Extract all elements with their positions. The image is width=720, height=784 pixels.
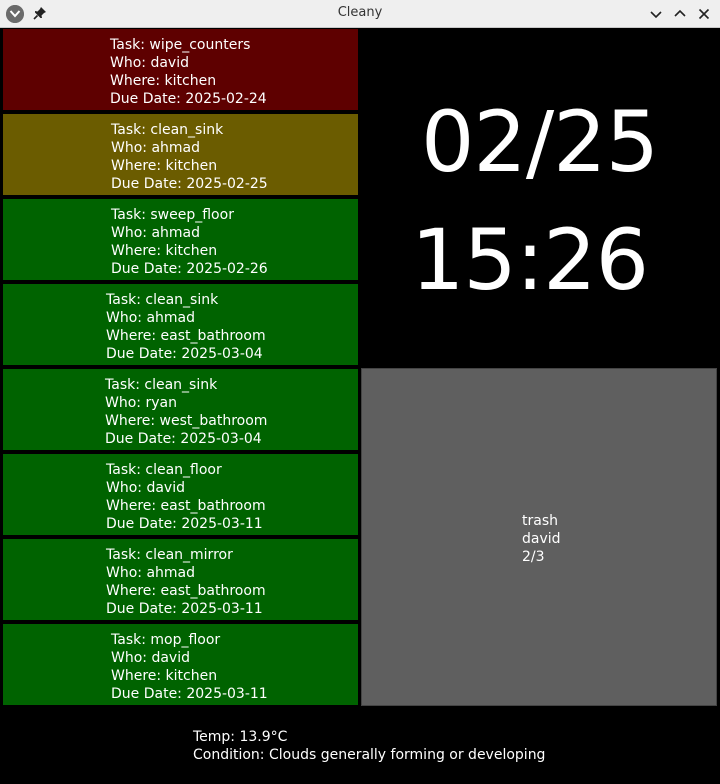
task-details: Task: mop_floor Who: david Where: kitche… <box>111 631 268 703</box>
task-location: Where: east_bathroom <box>106 498 266 514</box>
minimize-button[interactable] <box>648 6 664 22</box>
task-assignee: Who: ryan <box>105 395 177 411</box>
task-details: Task: clean_sink Who: ahmad Where: kitch… <box>111 121 268 193</box>
window-title: Cleany <box>337 5 383 20</box>
task-assignee: Who: david <box>106 480 185 496</box>
chore-details: trash david 2/3 <box>522 512 561 566</box>
chore-progress: 2/3 <box>522 549 545 565</box>
chore-person: david <box>522 531 561 547</box>
task-details: Task: clean_sink Who: ahmad Where: east_… <box>106 291 266 363</box>
maximize-button[interactable] <box>672 6 688 22</box>
task-name: Task: clean_sink <box>111 122 224 138</box>
task-assignee: Who: ahmad <box>111 225 201 241</box>
cleany-window: Cleany Task: wipe_counters Who: david Wh… <box>0 0 720 784</box>
task-assignee: Who: ahmad <box>106 565 196 581</box>
weather-temp: Temp: 13.9°C <box>193 729 288 745</box>
task-card[interactable]: Task: sweep_floor Who: ahmad Where: kitc… <box>2 198 359 281</box>
task-details: Task: clean_floor Who: david Where: east… <box>106 461 266 533</box>
task-card[interactable]: Task: clean_sink Who: ahmad Where: east_… <box>2 283 359 366</box>
task-assignee: Who: david <box>111 650 190 666</box>
task-due-date: Due Date: 2025-02-24 <box>110 91 267 107</box>
task-due-date: Due Date: 2025-03-11 <box>111 686 268 702</box>
task-location: Where: kitchen <box>111 668 218 684</box>
task-details: Task: clean_mirror Who: ahmad Where: eas… <box>106 546 266 618</box>
task-location: Where: east_bathroom <box>106 328 266 344</box>
task-name: Task: wipe_counters <box>110 37 251 53</box>
task-name: Task: clean_mirror <box>106 547 233 563</box>
task-assignee: Who: david <box>110 55 189 71</box>
task-location: Where: kitchen <box>110 73 217 89</box>
task-location: Where: kitchen <box>111 243 218 259</box>
clock-panel: 02/25 15:26 <box>361 28 718 366</box>
task-details: Task: wipe_counters Who: david Where: ki… <box>110 36 267 108</box>
task-card[interactable]: Task: clean_sink Who: ahmad Where: kitch… <box>2 113 359 196</box>
task-due-date: Due Date: 2025-02-26 <box>111 261 268 277</box>
task-due-date: Due Date: 2025-03-11 <box>106 601 263 617</box>
task-assignee: Who: ahmad <box>106 310 196 326</box>
task-card[interactable]: Task: wipe_counters Who: david Where: ki… <box>2 28 359 111</box>
task-name: Task: mop_floor <box>111 632 221 648</box>
task-location: Where: west_bathroom <box>105 413 268 429</box>
clock-date: 02/25 <box>420 93 659 191</box>
weather-info: Temp: 13.9°C Condition: Clouds generally… <box>193 728 545 764</box>
task-name: Task: clean_floor <box>106 462 222 478</box>
task-details: Task: clean_sink Who: ryan Where: west_b… <box>105 376 267 448</box>
task-card[interactable]: Task: mop_floor Who: david Where: kitche… <box>2 623 359 706</box>
task-card[interactable]: Task: clean_sink Who: ryan Where: west_b… <box>2 368 359 451</box>
task-card[interactable]: Task: clean_mirror Who: ahmad Where: eas… <box>2 538 359 621</box>
task-location: Where: east_bathroom <box>106 583 266 599</box>
weather-condition: Condition: Clouds generally forming or d… <box>193 747 546 763</box>
task-due-date: Due Date: 2025-03-04 <box>105 431 262 447</box>
title-bar: Cleany <box>0 0 720 28</box>
task-card[interactable]: Task: clean_floor Who: david Where: east… <box>2 453 359 536</box>
clock-time: 15:26 <box>410 211 649 309</box>
task-list: Task: wipe_counters Who: david Where: ki… <box>2 28 359 707</box>
task-name: Task: sweep_floor <box>111 207 234 223</box>
chore-rotation-button[interactable]: trash david 2/3 <box>361 368 717 706</box>
task-name: Task: clean_sink <box>105 377 218 393</box>
task-assignee: Who: ahmad <box>111 140 201 156</box>
task-location: Where: kitchen <box>111 158 218 174</box>
task-due-date: Due Date: 2025-03-04 <box>106 346 263 362</box>
close-button[interactable] <box>696 6 712 22</box>
task-name: Task: clean_sink <box>106 292 219 308</box>
task-due-date: Due Date: 2025-02-25 <box>111 176 268 192</box>
task-due-date: Due Date: 2025-03-11 <box>106 516 263 532</box>
chore-name: trash <box>522 513 558 529</box>
task-details: Task: sweep_floor Who: ahmad Where: kitc… <box>111 206 268 278</box>
